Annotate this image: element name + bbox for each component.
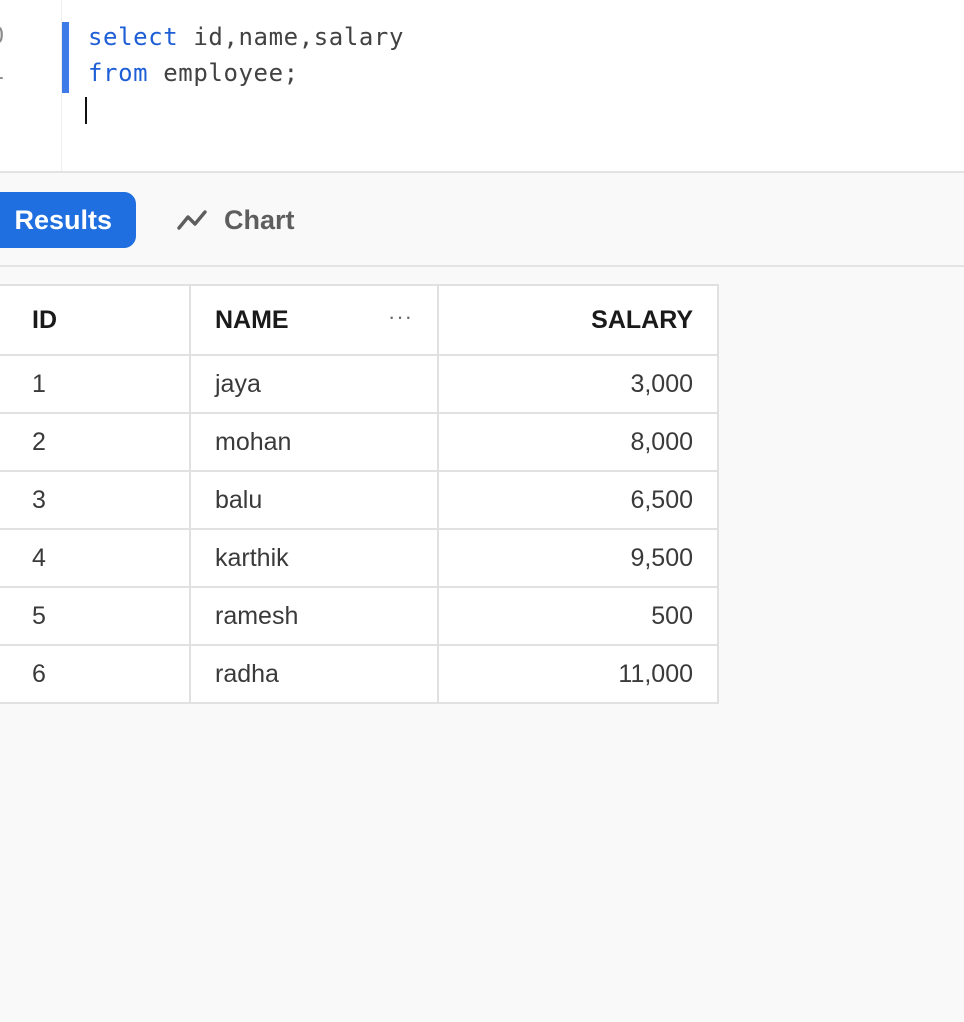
line-number: 1 <box>0 60 4 85</box>
table-header-row: ID NAME ··· SALARY <box>0 284 719 356</box>
table-row[interactable]: 5 ramesh 500 <box>0 586 719 646</box>
table-row[interactable]: 1 jaya 3,000 <box>0 354 719 414</box>
cell-name[interactable]: radha <box>189 644 439 704</box>
column-header-label: ID <box>32 305 57 334</box>
column-header-label: SALARY <box>591 305 693 334</box>
result-tabs: Results Chart <box>0 173 964 267</box>
table-row[interactable]: 6 radha 11,000 <box>0 644 719 704</box>
cell-name[interactable]: karthik <box>189 528 439 588</box>
sql-text: employee; <box>148 59 299 87</box>
sql-keyword: from <box>88 59 149 87</box>
sql-editor[interactable]: 0 1 select id,name,salary from employee; <box>0 0 964 173</box>
cell-name[interactable]: ramesh <box>189 586 439 646</box>
table-row[interactable]: 4 karthik 9,500 <box>0 528 719 588</box>
cell-salary[interactable]: 3,000 <box>437 354 719 414</box>
cell-name[interactable]: balu <box>189 470 439 530</box>
cell-salary[interactable]: 6,500 <box>437 470 719 530</box>
sql-text: id,name,salary <box>178 23 405 51</box>
cell-name[interactable]: jaya <box>189 354 439 414</box>
column-header-salary[interactable]: SALARY <box>437 284 719 356</box>
cell-id[interactable]: 3 <box>0 470 191 530</box>
tab-results[interactable]: Results <box>0 192 136 248</box>
tab-results-label: Results <box>14 204 112 235</box>
line-number-gutter: 0 1 <box>0 0 62 171</box>
column-header-label: NAME <box>215 305 289 334</box>
cell-salary[interactable]: 11,000 <box>437 644 719 704</box>
cell-salary[interactable]: 500 <box>437 586 719 646</box>
active-statement-indicator <box>62 22 69 93</box>
column-header-name[interactable]: NAME ··· <box>189 284 439 356</box>
tab-chart-label: Chart <box>224 204 295 235</box>
code-line[interactable]: select id,name,salary <box>88 22 404 52</box>
sql-keyword: select <box>88 23 179 51</box>
cell-salary[interactable]: 9,500 <box>437 528 719 588</box>
column-header-id[interactable]: ID <box>0 284 191 356</box>
cell-id[interactable]: 2 <box>0 412 191 472</box>
column-menu-icon[interactable]: ··· <box>388 304 413 330</box>
table-row[interactable]: 2 mohan 8,000 <box>0 412 719 472</box>
cell-salary[interactable]: 8,000 <box>437 412 719 472</box>
text-cursor <box>85 97 87 124</box>
cell-id[interactable]: 4 <box>0 528 191 588</box>
code-line[interactable]: from employee; <box>88 58 299 88</box>
results-table: ID NAME ··· SALARY 1 jaya 3,000 2 mohan … <box>0 284 719 704</box>
cell-id[interactable]: 1 <box>0 354 191 414</box>
table-body: 1 jaya 3,000 2 mohan 8,000 3 balu 6,500 … <box>0 354 719 704</box>
trend-line-icon <box>176 209 208 231</box>
table-row[interactable]: 3 balu 6,500 <box>0 470 719 530</box>
cell-id[interactable]: 6 <box>0 644 191 704</box>
cell-name[interactable]: mohan <box>189 412 439 472</box>
tab-chart[interactable]: Chart <box>176 192 295 248</box>
cell-id[interactable]: 5 <box>0 586 191 646</box>
line-number: 0 <box>0 24 4 49</box>
